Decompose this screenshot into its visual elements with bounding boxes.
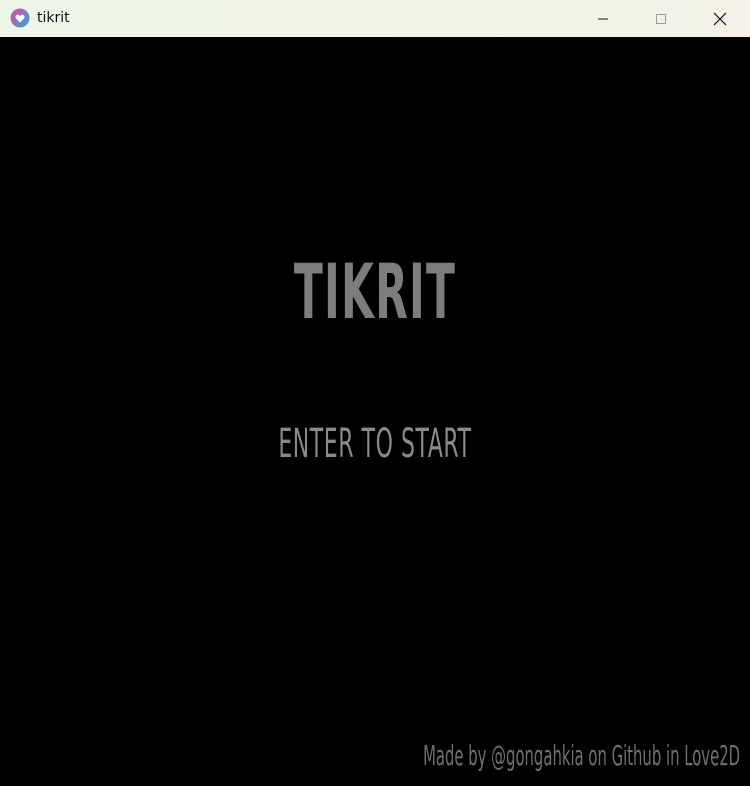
window-title: tikrit bbox=[37, 10, 70, 26]
game-title: TIKRIT bbox=[293, 247, 457, 336]
close-button[interactable] bbox=[691, 0, 749, 37]
minimize-icon bbox=[597, 13, 609, 25]
credits-text: Made by @gongahkia on Github in Love2D bbox=[423, 739, 740, 772]
close-icon bbox=[713, 12, 727, 26]
title-bar[interactable]: tikrit bbox=[0, 0, 750, 37]
maximize-button[interactable] bbox=[632, 0, 690, 37]
love2d-heart-icon bbox=[10, 8, 30, 28]
app-window: tikrit TIKRIT ENTER TO START Made by @go… bbox=[0, 0, 750, 786]
game-canvas[interactable]: TIKRIT ENTER TO START Made by @gongahkia… bbox=[0, 37, 750, 786]
minimize-button[interactable] bbox=[574, 0, 632, 37]
maximize-icon bbox=[655, 13, 667, 25]
start-prompt: ENTER TO START bbox=[278, 421, 472, 467]
